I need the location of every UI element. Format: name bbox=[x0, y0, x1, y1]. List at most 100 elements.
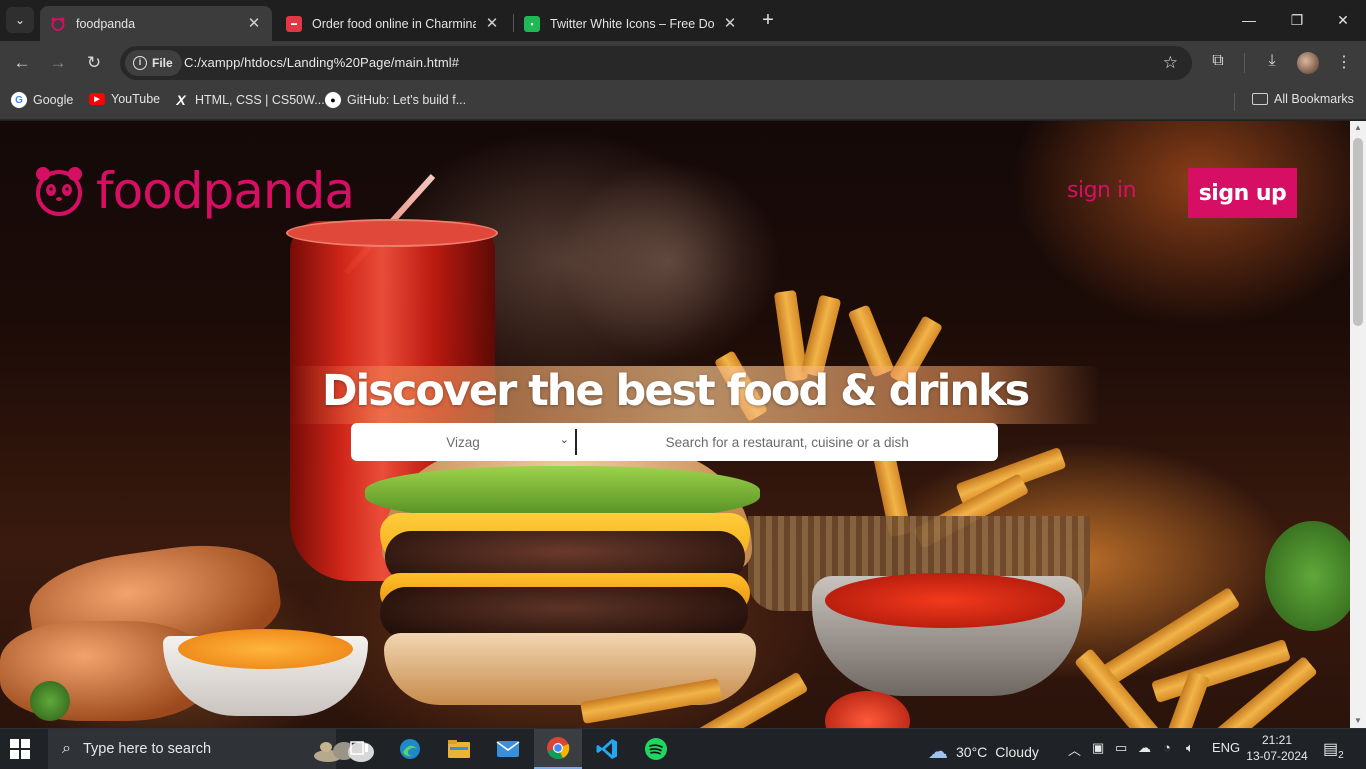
bookmark-star-icon[interactable]: ☆ bbox=[1163, 53, 1178, 73]
bookmarks-bar: G Google ▶ YouTube X HTML, CSS | CS50W..… bbox=[0, 85, 1366, 120]
site-info-chip[interactable]: i File bbox=[125, 50, 182, 76]
brand-name: foodpanda bbox=[96, 162, 355, 220]
system-clock[interactable]: 21:21 13-07-2024 bbox=[1242, 732, 1312, 764]
volume-icon[interactable]: 🔈︎ bbox=[1186, 740, 1194, 756]
lettuce-garnish bbox=[1265, 521, 1350, 631]
all-bookmarks-label: All Bookmarks bbox=[1274, 92, 1354, 106]
info-icon: i bbox=[133, 56, 147, 70]
bookmark-label: GitHub: Let's build f... bbox=[347, 93, 467, 107]
toolbar-separator bbox=[1244, 53, 1245, 73]
bookmark-google[interactable]: G Google bbox=[11, 92, 73, 108]
browser-toolbar: ← → ↻ i File C:/xampp/htdocs/Landing%20P… bbox=[0, 41, 1366, 85]
youtube-icon: ▶ bbox=[89, 93, 105, 105]
weather-widget[interactable]: ☁ 30°C Cloudy bbox=[928, 739, 1039, 764]
tab-twitter-icons[interactable]: ▪ Twitter White Icons – Free Down ✕ bbox=[514, 6, 748, 41]
steam bbox=[560, 161, 780, 361]
restaurant-search-input[interactable] bbox=[576, 423, 998, 461]
close-window-icon[interactable]: ✕ bbox=[1325, 8, 1361, 32]
cloud-icon: ☁ bbox=[928, 741, 948, 763]
weather-temperature: 30°C bbox=[956, 743, 988, 760]
onedrive-icon[interactable]: ☁ bbox=[1138, 740, 1151, 756]
clock-time: 21:21 bbox=[1261, 733, 1293, 747]
scroll-down-icon[interactable]: ▼ bbox=[1350, 714, 1366, 728]
scrollbar-thumb[interactable] bbox=[1353, 138, 1363, 326]
spotify-icon[interactable] bbox=[632, 729, 680, 769]
folder-icon bbox=[1252, 93, 1268, 105]
vscode-icon[interactable] bbox=[583, 729, 631, 769]
show-hidden-icons-icon[interactable]: ︿ bbox=[1068, 740, 1081, 759]
close-tab-icon[interactable]: ✕ bbox=[722, 15, 738, 32]
new-tab-icon[interactable]: + bbox=[757, 9, 779, 31]
tab-foodpanda[interactable]: foodpanda ✕ bbox=[40, 6, 272, 41]
bookmark-label: HTML, CSS | CS50W... bbox=[195, 93, 325, 107]
wifi-icon[interactable]: ◔ bbox=[1163, 740, 1171, 755]
profile-avatar[interactable] bbox=[1297, 52, 1319, 74]
ketchup-glass-rim bbox=[286, 219, 498, 247]
edge-icon[interactable] bbox=[386, 729, 434, 769]
bookmarks-separator bbox=[1234, 93, 1235, 111]
city-selected-value: Vizag bbox=[446, 434, 480, 450]
task-view-icon[interactable] bbox=[336, 729, 384, 769]
cheese-sauce bbox=[178, 629, 353, 669]
herb-garnish bbox=[30, 681, 70, 721]
scroll-up-icon[interactable]: ▲ bbox=[1350, 121, 1366, 135]
tab-search-button[interactable]: ⌄ bbox=[6, 7, 34, 33]
site-chip-label: File bbox=[152, 56, 173, 70]
icons8-favicon-icon: ▪ bbox=[524, 15, 540, 32]
search-bar: Vizag ⌄ bbox=[351, 423, 998, 461]
weather-description: Cloudy bbox=[995, 743, 1039, 760]
google-icon: G bbox=[11, 92, 27, 108]
github-icon: ● bbox=[325, 92, 341, 108]
file-explorer-icon[interactable] bbox=[435, 729, 483, 769]
close-tab-icon[interactable]: ✕ bbox=[246, 15, 262, 32]
minimize-icon[interactable]: — bbox=[1231, 8, 1267, 32]
city-select[interactable]: Vizag ⌄ bbox=[351, 423, 575, 461]
tab-title: Order food online in Charminar bbox=[312, 16, 476, 31]
bookmark-label: YouTube bbox=[111, 92, 161, 106]
notifications-icon[interactable]: ▤2 bbox=[1323, 739, 1344, 761]
forward-icon[interactable]: → bbox=[45, 50, 71, 76]
taskbar-search[interactable]: ⌕ Type here to search bbox=[48, 729, 374, 769]
mail-icon[interactable] bbox=[484, 729, 532, 769]
tab-title: Twitter White Icons – Free Down bbox=[550, 16, 714, 31]
sign-in-link[interactable]: sign in bbox=[1067, 178, 1137, 203]
bookmark-cs50w[interactable]: X HTML, CSS | CS50W... bbox=[173, 92, 325, 108]
address-bar[interactable]: i File C:/xampp/htdocs/Landing%20Page/ma… bbox=[120, 46, 1192, 80]
search-icon: ⌕ bbox=[62, 740, 71, 757]
clock-date: 13-07-2024 bbox=[1246, 749, 1308, 763]
page-scrollbar[interactable]: ▲ ▼ bbox=[1350, 121, 1366, 728]
bookmark-github[interactable]: ● GitHub: Let's build f... bbox=[325, 92, 466, 108]
tomato-slice bbox=[825, 691, 910, 728]
bookmark-label: Google bbox=[33, 93, 74, 107]
x-icon: X bbox=[176, 92, 186, 108]
bookmark-youtube[interactable]: ▶ YouTube bbox=[89, 92, 160, 106]
windows-taskbar: ⌕ Type here to search ☁ 30°C Cloudy ︿ ▣ … bbox=[0, 728, 1366, 769]
url-text[interactable]: C:/xampp/htdocs/Landing%20Page/main.html… bbox=[184, 55, 459, 70]
menu-kebab-icon[interactable]: ⋮ bbox=[1333, 52, 1355, 72]
download-icon[interactable]: ⤓ bbox=[1261, 52, 1283, 70]
page-viewport: foodpanda sign in sign up Discover the b… bbox=[0, 121, 1350, 728]
taskbar-search-placeholder: Type here to search bbox=[82, 741, 212, 757]
battery-icon[interactable]: ▭ bbox=[1115, 740, 1127, 756]
language-indicator[interactable]: ENG bbox=[1212, 740, 1240, 755]
all-bookmarks[interactable]: All Bookmarks bbox=[1252, 92, 1354, 106]
meet-now-icon[interactable]: ▣ bbox=[1092, 740, 1104, 756]
burger-patty bbox=[380, 587, 748, 639]
windows-start-icon[interactable] bbox=[10, 739, 30, 759]
restore-icon[interactable]: ❐ bbox=[1279, 8, 1315, 32]
notification-count: 2 bbox=[1338, 749, 1344, 761]
chrome-icon[interactable] bbox=[534, 729, 582, 769]
close-tab-icon[interactable]: ✕ bbox=[484, 15, 500, 32]
tab-strip: ⌄ foodpanda ✕ ▬ Order food online in Cha… bbox=[0, 0, 1366, 41]
foodpanda-logo[interactable]: foodpanda bbox=[34, 162, 355, 220]
panda-logo-icon bbox=[36, 167, 82, 216]
reload-icon[interactable]: ↻ bbox=[81, 50, 107, 76]
tab-order-food[interactable]: ▬ Order food online in Charminar ✕ bbox=[276, 6, 510, 41]
zomato-favicon-icon: ▬ bbox=[286, 15, 302, 32]
back-icon[interactable]: ← bbox=[9, 50, 35, 76]
hero-title: Discover the best food & drinks bbox=[321, 366, 1030, 416]
ketchup-dip bbox=[825, 573, 1065, 628]
extensions-icon[interactable]: ⧉ bbox=[1207, 52, 1229, 70]
chevron-down-icon: ⌄ bbox=[559, 434, 569, 446]
sign-up-button[interactable]: sign up bbox=[1188, 168, 1297, 218]
